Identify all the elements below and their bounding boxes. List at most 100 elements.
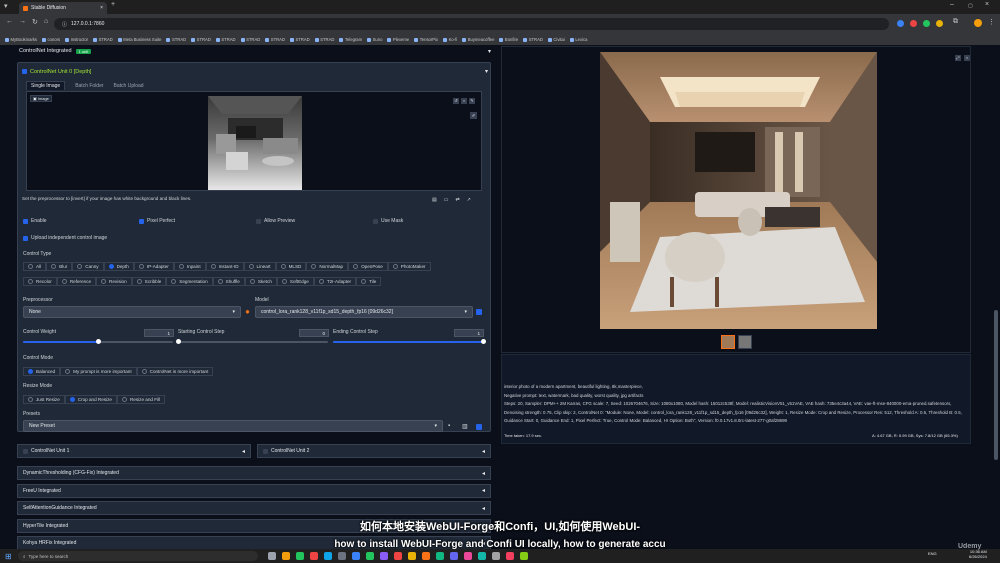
site-info-icon[interactable]: ⓘ <box>62 21 67 28</box>
app-icon[interactable] <box>296 552 304 560</box>
page-scrollbar-thumb[interactable] <box>994 310 998 460</box>
bookmark-item[interactable]: STRAD <box>265 37 285 42</box>
controlnet-unit2-accordion[interactable]: ControlNet Unit 2 ◂ <box>257 444 491 458</box>
back-icon[interactable]: ← <box>6 18 13 25</box>
control-type-lineart[interactable]: Lineart <box>243 262 276 271</box>
browser-tab[interactable]: Stable Diffusion × <box>19 2 107 14</box>
control-type-reference[interactable]: Reference <box>56 277 97 286</box>
menu-kebab-icon[interactable]: ⋮ <box>988 18 995 26</box>
tab-search-icon[interactable]: ▾ <box>4 2 8 10</box>
file-explorer-icon[interactable] <box>282 552 290 560</box>
ending-step-input[interactable]: 1 <box>454 329 484 337</box>
close-window-icon[interactable]: × <box>985 1 989 8</box>
pixel-perfect-checkbox[interactable] <box>139 218 144 224</box>
bookmark-item[interactable]: MyBookmarks <box>5 37 37 42</box>
brush-icon[interactable]: ✎ <box>469 98 475 104</box>
bookmark-item[interactable]: Suno <box>367 37 382 42</box>
accordion-dynamicthresholding-cfg-fix-integrated[interactable]: DynamicThresholding (CFG-Fix) Integrated… <box>17 466 491 480</box>
app-icon[interactable] <box>450 552 458 560</box>
app-icon[interactable] <box>394 552 402 560</box>
refresh-presets-icon[interactable] <box>476 424 482 430</box>
document-icon[interactable]: ▤ <box>432 197 437 203</box>
taskbar-search[interactable]: ⌕ Type here to search <box>18 551 258 561</box>
bookmark-item[interactable]: Telegram <box>339 37 362 42</box>
bookmark-item[interactable]: STRAD <box>215 37 236 42</box>
accordion-selfattentionguidance-integrated[interactable]: SelfAttentionGuidance Integrated ◂ <box>17 501 491 515</box>
app-icon[interactable] <box>492 552 500 560</box>
control-type-normalmap[interactable]: NormalMap <box>306 262 349 271</box>
controlnet-unit1-accordion[interactable]: ControlNet Unit 1 ◂ <box>17 444 251 458</box>
camera-icon[interactable]: ▭ <box>444 197 449 203</box>
maximize-icon[interactable]: ▢ <box>968 3 973 9</box>
fullscreen-icon[interactable]: ⤢ <box>955 55 961 61</box>
bookmark-item[interactable]: Lexica <box>569 37 587 42</box>
allow-preview-checkbox[interactable] <box>256 218 261 224</box>
control-type-shuffle[interactable]: Shuffle <box>212 277 245 286</box>
accordion-freeu-integrated[interactable]: FreeU Integrated ◂ <box>17 483 491 498</box>
control-type-t2i-adapter[interactable]: T2I-Adapter <box>313 277 357 286</box>
save-preset-icon[interactable]: ▪ <box>448 423 450 429</box>
use-mask-option[interactable]: Use Mask <box>373 218 403 224</box>
control-type-softedge[interactable]: SoftEdge <box>276 277 314 286</box>
extensions-puzzle-icon[interactable]: ⧉ <box>953 18 958 26</box>
bookmark-item[interactable]: STRAD <box>191 37 211 42</box>
control-type-photomaker[interactable]: PhotoMaker <box>387 262 431 271</box>
resize-crop[interactable]: Crop and Resize <box>64 395 117 404</box>
url-field[interactable]: ⓘ 127.0.0.1:7860 <box>54 18 889 30</box>
pixel-perfect-option[interactable]: Pixel Perfect <box>139 218 175 224</box>
reload-icon[interactable]: ↻ <box>32 18 38 26</box>
control-type-depth[interactable]: Depth <box>103 262 134 271</box>
forward-icon[interactable]: → <box>19 18 26 25</box>
ending-step-slider[interactable] <box>333 339 486 344</box>
thumbnail-output[interactable] <box>721 335 735 349</box>
new-tab-icon[interactable]: + <box>111 1 115 8</box>
bookmark-item[interactable]: Instructor <box>65 37 88 42</box>
control-weight-slider[interactable] <box>23 339 173 344</box>
control-type-ip-adapter[interactable]: IP-Adapter <box>133 262 174 271</box>
app-icon[interactable] <box>422 552 430 560</box>
unit0-collapse-icon[interactable]: ▾ <box>485 68 488 75</box>
bookmark-item[interactable]: STRAD <box>240 37 260 42</box>
tab-batch-folder[interactable]: Batch Folder <box>75 83 103 89</box>
control-type-sketch[interactable]: Sketch <box>244 277 277 286</box>
app-icon[interactable] <box>436 552 444 560</box>
vscode-icon[interactable] <box>352 552 360 560</box>
app-icon[interactable] <box>338 552 346 560</box>
bookmark-item[interactable]: conors <box>42 37 60 42</box>
allow-preview-option[interactable]: Allow Preview <box>256 218 295 224</box>
edit-icon[interactable]: ✐ <box>470 112 477 119</box>
bookmark-item[interactable]: STRAD <box>166 37 186 42</box>
control-type-openpose[interactable]: OpenPose <box>348 262 388 271</box>
enable-checkbox[interactable] <box>23 218 28 224</box>
bookmark-item[interactable]: Civitai <box>547 37 565 42</box>
control-type-segmentation[interactable]: Segmentation <box>166 277 213 286</box>
enable-option[interactable]: Enable <box>23 218 47 224</box>
bookmark-item[interactable]: STRAD <box>523 37 543 42</box>
preprocessor-select[interactable]: None ▾ <box>23 306 241 318</box>
delete-preset-icon[interactable]: ▥ <box>462 423 468 430</box>
clear-icon[interactable]: × <box>461 98 467 104</box>
use-mask-checkbox[interactable] <box>373 218 378 224</box>
app-icon[interactable] <box>310 552 318 560</box>
control-type-mlsd[interactable]: MLSD <box>275 262 307 271</box>
page-scrollbar[interactable] <box>992 45 1000 550</box>
extension-icon[interactable] <box>910 20 917 27</box>
unit0-enable-checkbox[interactable] <box>22 69 27 74</box>
close-preview-icon[interactable]: × <box>964 55 970 61</box>
control-type-tile[interactable]: Tile <box>356 277 382 286</box>
upload-independent-option[interactable]: Upload independent control image <box>23 235 107 241</box>
bookmark-item[interactable]: STRAD <box>289 37 310 42</box>
control-type-all[interactable]: All <box>23 262 47 271</box>
bookmark-item[interactable]: STRAD <box>314 37 334 42</box>
swap-icon[interactable]: ⇄ <box>455 197 459 203</box>
controlnet-header[interactable]: ControlNet Integrated 1 unit ▾ <box>15 45 495 57</box>
bookmark-item[interactable]: Bonfire <box>499 37 518 42</box>
profile-avatar[interactable] <box>974 19 982 27</box>
image-upload-area[interactable]: ▣ Image ↺ × ✎ ✐ <box>26 91 482 191</box>
starting-step-slider[interactable] <box>175 339 328 344</box>
resize-fill[interactable]: Resize and Fill <box>116 395 166 404</box>
mode-prompt-important[interactable]: My prompt is more important <box>60 367 137 376</box>
home-icon[interactable]: ⌂ <box>44 18 48 25</box>
refresh-models-icon[interactable] <box>476 309 482 315</box>
chrome-icon[interactable] <box>408 552 416 560</box>
